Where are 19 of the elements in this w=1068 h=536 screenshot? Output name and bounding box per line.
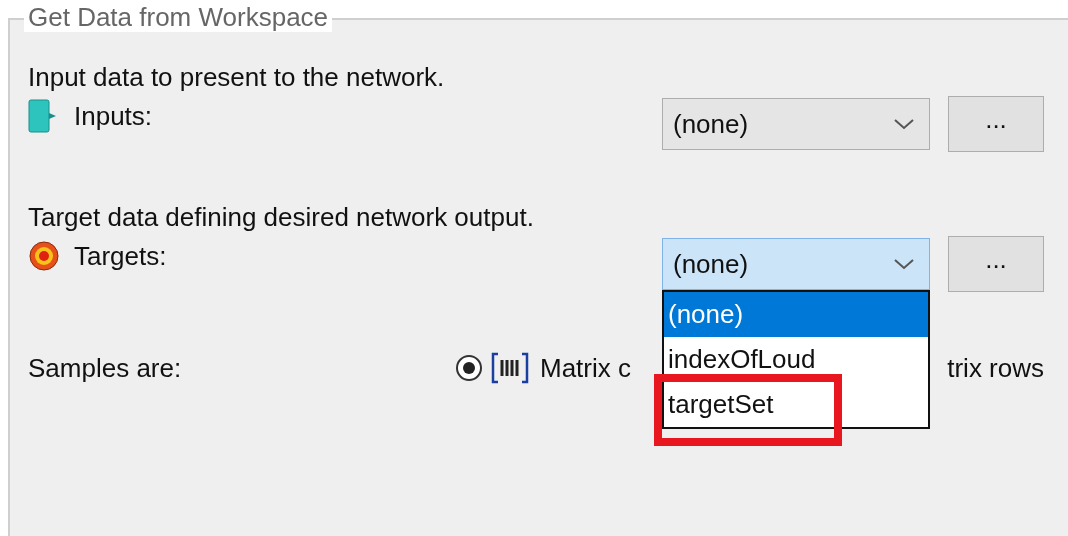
inputs-dropdown[interactable]: (none)	[662, 98, 930, 150]
target-icon	[28, 240, 60, 272]
chevron-icon	[893, 258, 915, 270]
radio-button[interactable]	[456, 355, 482, 381]
dropdown-option[interactable]: indexOfLoud	[664, 337, 928, 382]
radio-label[interactable]: trix rows	[947, 352, 1044, 384]
description-text: Input data to present to the network.	[28, 61, 446, 94]
dropdown-option[interactable]: targetSet	[664, 382, 928, 427]
radio-label[interactable]: Matrix c	[540, 352, 631, 384]
description-text: Target data defining desired network output.	[28, 201, 535, 234]
browse-button[interactable]: ...	[948, 236, 1044, 292]
samples-label: Samples are:	[28, 352, 183, 384]
browse-button[interactable]: ...	[948, 96, 1044, 152]
targets-label: Targets:	[74, 240, 167, 272]
matrix-icon	[490, 351, 530, 385]
inputs-label: Inputs:	[74, 100, 153, 132]
targets-dropdown[interactable]: (none)	[662, 238, 930, 290]
chevron-icon	[893, 118, 915, 130]
dropdown-option[interactable]: (none)	[664, 292, 928, 337]
